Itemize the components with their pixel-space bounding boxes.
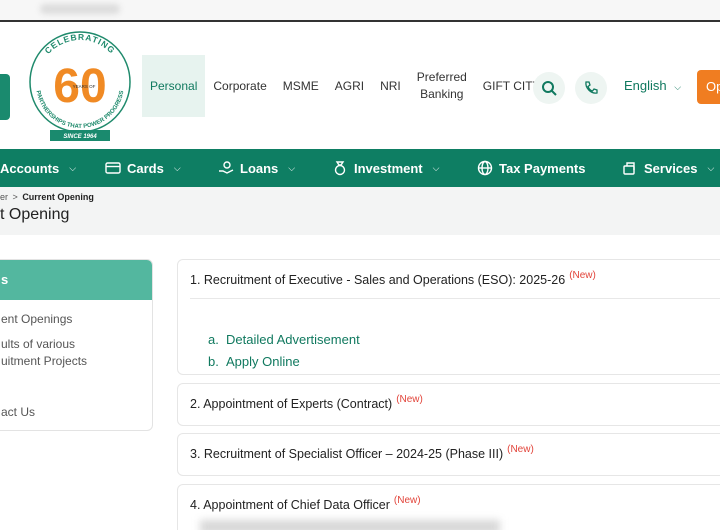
opening-card-1: 1. Recruitment of Executive - Sales and … <box>177 259 720 375</box>
language-selector[interactable]: English ⌵ <box>624 78 681 93</box>
menu-services-label: Services <box>644 160 698 176</box>
sidebar-item-contact-us[interactable]: act Us <box>1 404 35 421</box>
nav-agri[interactable]: AGRI <box>327 78 372 95</box>
bank-60-years-logo[interactable]: CELEBRATING PARTNERSHIPS THAT POWER PROG… <box>24 26 136 144</box>
new-badge: (New) <box>396 394 423 405</box>
breadcrumb-separator: > <box>12 192 18 202</box>
browser-top-strip <box>0 0 720 20</box>
menu-loans[interactable]: Loans ⌵ <box>218 149 295 187</box>
open-account-button[interactable]: Op <box>697 70 720 104</box>
search-button[interactable] <box>533 72 565 104</box>
new-badge: (New) <box>393 495 421 506</box>
main-menu-bar: Accounts ⌵ Cards ⌵ Loans ⌵ Investment ⌵ … <box>0 149 720 187</box>
menu-tax-label: Tax Payments <box>499 160 586 176</box>
search-icon <box>542 81 557 96</box>
menu-investment-label: Investment <box>354 160 423 176</box>
menu-loans-label: Loans <box>240 160 279 176</box>
opening-title-1-text: 1. Recruitment of Executive - Sales and … <box>190 273 566 287</box>
bottom-blur <box>200 520 500 530</box>
sidebar-item-results-line1[interactable]: ults of various <box>1 336 75 353</box>
opening-card-2[interactable]: 2. Appointment of Experts (Contract) (New… <box>177 383 720 426</box>
main-content: s ent Openings ults of various uitment P… <box>0 235 720 530</box>
menu-accounts-label: Accounts <box>0 160 60 176</box>
sidebar-heading: s <box>0 260 152 300</box>
nav-msme[interactable]: MSME <box>275 78 327 95</box>
breadcrumb: er > Current Opening <box>0 192 94 202</box>
language-label: English <box>624 78 667 93</box>
detailed-advertisement-text: Detailed Advertisement <box>226 332 360 347</box>
nav-preferred-line1: Preferred <box>416 70 467 84</box>
top-nav: Personal Corporate MSME AGRI NRI Preferr… <box>142 55 549 117</box>
phone-button[interactable] <box>575 72 607 104</box>
menu-services[interactable]: Services ⌵ <box>622 149 714 187</box>
logo-since: SINCE 1964 <box>63 134 97 140</box>
chevron-down-icon: ⌵ <box>674 82 682 92</box>
chevron-down-icon: ⌵ <box>288 162 296 173</box>
opening-title-2[interactable]: 2. Appointment of Experts (Contract) (New… <box>190 394 423 411</box>
breadcrumb-prev[interactable]: er <box>0 192 8 202</box>
services-icon <box>623 162 635 175</box>
chevron-down-icon: ⌵ <box>173 162 181 173</box>
nav-personal[interactable]: Personal <box>142 55 206 117</box>
opening-title-2-text: 2. Appointment of Experts (Contract) <box>190 397 393 411</box>
site-header: CELEBRATING PARTNERSHIPS THAT POWER PROG… <box>0 22 720 149</box>
nav-preferred-line2: Banking <box>420 87 464 101</box>
new-badge: (New) <box>569 270 596 281</box>
card-icon <box>105 162 121 174</box>
opening-title-3-text: 3. Recruitment of Specialist Officer – 2… <box>190 447 504 461</box>
sidebar-item-current-openings[interactable]: ent Openings <box>1 311 72 328</box>
opening-title-1[interactable]: 1. Recruitment of Executive - Sales and … <box>190 270 596 287</box>
list-marker: a. <box>208 332 219 347</box>
card-divider <box>190 298 720 299</box>
menu-cards-label: Cards <box>127 160 164 176</box>
new-badge: (New) <box>507 444 534 455</box>
nav-corporate[interactable]: Corporate <box>205 78 274 95</box>
apply-online-link[interactable]: b. Apply Online <box>208 354 300 369</box>
breadcrumb-current: Current Opening <box>22 192 94 202</box>
detailed-advertisement-link[interactable]: a. Detailed Advertisement <box>208 332 360 347</box>
chevron-down-icon: ⌵ <box>707 162 715 173</box>
nav-preferred-banking[interactable]: Preferred Banking <box>409 69 475 103</box>
breadcrumb-area: er > Current Opening t Opening <box>0 187 720 235</box>
page-title: t Opening <box>0 206 70 223</box>
menu-investment[interactable]: Investment ⌵ <box>332 149 439 187</box>
list-marker: b. <box>208 354 219 369</box>
opening-card-3[interactable]: 3. Recruitment of Specialist Officer – 2… <box>177 433 720 476</box>
logo-years-label: YEARS OF <box>73 84 96 89</box>
loan-hand-icon <box>219 161 234 174</box>
menu-cards[interactable]: Cards ⌵ <box>105 149 181 187</box>
sidebar-item-results-line2[interactable]: uitment Projects <box>1 353 87 370</box>
sidebar: s ent Openings ults of various uitment P… <box>0 259 153 431</box>
apply-online-text: Apply Online <box>226 354 300 369</box>
globe-icon <box>477 160 493 176</box>
menu-tax-payments[interactable]: Tax Payments <box>477 149 585 187</box>
sidebar-heading-text: s <box>1 272 9 287</box>
side-toggle-button[interactable] <box>0 74 10 120</box>
opening-title-4-text: 4. Appointment of Chief Data Officer <box>190 498 390 512</box>
opening-title-3[interactable]: 3. Recruitment of Specialist Officer – 2… <box>190 444 534 461</box>
chevron-down-icon: ⌵ <box>432 162 440 173</box>
investment-icon <box>334 161 346 176</box>
menu-accounts[interactable]: Accounts ⌵ <box>0 149 76 187</box>
opening-title-4[interactable]: 4. Appointment of Chief Data Officer (New… <box>190 495 421 512</box>
chevron-down-icon: ⌵ <box>69 162 77 173</box>
nav-nri[interactable]: NRI <box>372 78 409 95</box>
phone-icon <box>585 81 598 94</box>
